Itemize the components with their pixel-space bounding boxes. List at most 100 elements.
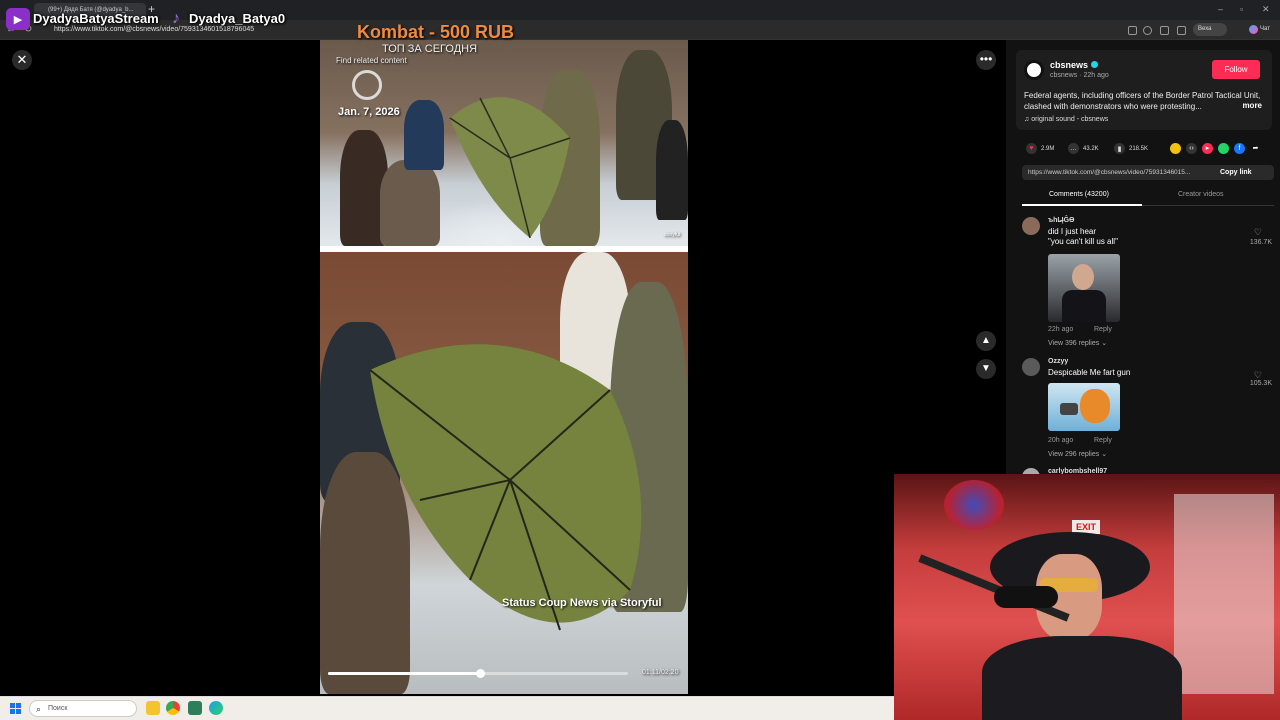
sound-link[interactable]: ♫ original sound - cbsnews <box>1024 116 1108 123</box>
comment-time: 20h ago <box>1048 437 1074 444</box>
close-icon: ✕ <box>16 52 28 67</box>
bookmark-stat[interactable]: ▮ 218.5K <box>1114 143 1148 154</box>
taskbar: ⌕ Поиск <box>0 696 894 720</box>
search-icon: ⌕ <box>36 704 42 714</box>
facebook-icon[interactable]: f <box>1234 143 1245 154</box>
comment-like-count: 105.3K <box>1249 380 1272 387</box>
like-stat[interactable]: ♥ 2.9M <box>1026 143 1054 154</box>
windows-start-icon[interactable] <box>10 703 21 714</box>
person-figure <box>380 160 440 246</box>
description-more-link[interactable]: more <box>1242 101 1262 110</box>
maximize-icon[interactable]: ▫ <box>1240 4 1243 14</box>
view-replies-button[interactable]: View 296 replies ⌄ <box>1048 450 1107 458</box>
whatsapp-icon[interactable] <box>1218 143 1229 154</box>
app-icon[interactable] <box>188 701 202 715</box>
embed-icon[interactable]: ‹› <box>1186 143 1197 154</box>
heart-icon: ♥ <box>1026 143 1037 154</box>
view-replies-button[interactable]: View 396 replies ⌄ <box>1048 339 1107 347</box>
video-time: 01:11/02:20 <box>642 669 679 676</box>
stream-logo-icon: ▶ <box>6 8 30 30</box>
shelf <box>1174 494 1274 694</box>
share-gold-icon[interactable] <box>1170 143 1181 154</box>
commenter-avatar[interactable] <box>1022 358 1040 376</box>
top-today-overlay: ТОП ЗА СЕГОДНЯ <box>382 43 478 55</box>
comment-like-count: 136.7K <box>1249 239 1272 246</box>
window-close-icon[interactable]: ✕ <box>1262 4 1270 14</box>
video-description: Federal agents, including officers of th… <box>1024 91 1261 111</box>
tab-comments[interactable]: Comments (43200) <box>1049 191 1109 198</box>
kombat-overlay: Kombat - 500 RUB <box>357 22 515 42</box>
follow-button[interactable]: Follow <box>1212 60 1260 79</box>
bookmark-icon: ▮ <box>1114 143 1125 154</box>
comment-item: ъһL̶ĮĜӨ did I just hear "you can't kill … <box>1022 217 1274 349</box>
comment-item: Ozzyy Despicable Me fart gun ♡ 105.3K 20… <box>1022 358 1274 468</box>
tab-creator-videos[interactable]: Creator videos <box>1178 191 1224 198</box>
commenter-name[interactable]: Ozzyy <box>1048 358 1068 365</box>
screen: (99+) Дядя Батя (@dyadya_b... + – ▫ ✕ ← … <box>0 0 1280 720</box>
video-caption: Status Coup News via Storyful <box>502 597 662 609</box>
comment-image[interactable] <box>1048 254 1120 322</box>
umbrella-graphic-large <box>369 344 642 631</box>
chrome-icon[interactable] <box>166 701 180 715</box>
more-options-button[interactable]: ••• <box>976 50 996 70</box>
url-field[interactable]: https://www.tiktok.com/@cbsnews/video/75… <box>54 26 254 33</box>
chevron-up-icon: ▲ <box>981 335 991 346</box>
comment-text: Despicable Me fart gun <box>1048 368 1131 377</box>
next-video-button[interactable]: ▼ <box>976 359 996 379</box>
vehicle <box>656 120 688 220</box>
share-arrow-icon[interactable]: ➦ <box>1250 143 1261 154</box>
person-figure <box>404 100 444 170</box>
comment-icon: … <box>1068 143 1079 154</box>
video-date: Jan. 7, 2026 <box>338 106 400 118</box>
copilot-button[interactable]: Чат <box>1248 23 1276 36</box>
active-tab-indicator <box>1022 204 1142 206</box>
video-player[interactable]: Find related content Jan. 7, 2026 storyf… <box>320 40 688 694</box>
file-explorer-icon[interactable] <box>146 701 160 715</box>
video-link-text: https://www.tiktok.com/@cbsnews/video/75… <box>1028 169 1191 176</box>
comment-like-icon[interactable]: ♡ <box>1254 227 1262 238</box>
storyful-watermark: storyful <box>664 232 681 238</box>
previous-video-button[interactable]: ▲ <box>976 331 996 351</box>
extensions-icon[interactable] <box>1160 26 1169 35</box>
verified-icon <box>1091 61 1099 68</box>
comment-stat[interactable]: … 43.2K <box>1068 143 1099 154</box>
tiktok-logo-icon: ♪ <box>172 10 180 27</box>
taskbar-search[interactable]: ⌕ Поиск <box>29 700 137 717</box>
copy-link-box: https://www.tiktok.com/@cbsnews/video/75… <box>1022 165 1274 180</box>
stream-name-2: Dyadya_Batya0 <box>189 11 286 26</box>
video-progress-bar[interactable] <box>328 669 628 678</box>
channel-subtitle: cbsnews · 22h ago <box>1050 72 1109 79</box>
microphone <box>994 586 1058 608</box>
channel-name[interactable]: cbsnews <box>1050 60 1099 70</box>
reply-button[interactable]: Reply <box>1094 437 1112 444</box>
star-icon[interactable] <box>1143 26 1152 35</box>
decoration-wreath <box>944 480 1004 530</box>
umbrella-graphic <box>449 97 571 238</box>
favorites-icon[interactable] <box>1177 26 1186 35</box>
commenter-name[interactable]: ъһL̶ĮĜӨ <box>1048 217 1075 224</box>
chevron-down-icon: ▼ <box>981 363 991 374</box>
video-scene-top: Find related content Jan. 7, 2026 storyf… <box>320 40 688 246</box>
webcam-overlay: EXIT <box>894 474 1280 720</box>
video-progress-fill <box>328 672 481 675</box>
copilot-label: Чат <box>1260 26 1270 32</box>
comment-image[interactable] <box>1048 383 1120 431</box>
cbs-eye-logo <box>352 70 382 100</box>
copy-link-button[interactable]: Copy link <box>1220 169 1252 176</box>
apps-icon[interactable] <box>1128 26 1137 35</box>
minimize-icon[interactable]: – <box>1218 4 1223 14</box>
share-friends-icon[interactable]: ▸ <box>1202 143 1213 154</box>
search-placeholder: Поиск <box>48 705 68 712</box>
edge-icon[interactable] <box>209 701 223 715</box>
channel-avatar[interactable] <box>1024 60 1044 80</box>
reply-button[interactable]: Reply <box>1094 326 1112 333</box>
video-info-card: cbsnews cbsnews · 22h ago Follow Federal… <box>1016 50 1272 130</box>
more-icon: ••• <box>979 52 993 66</box>
profile-label: Веха <box>1198 26 1212 32</box>
close-player-button[interactable]: ✕ <box>12 50 32 70</box>
find-related-label[interactable]: Find related content <box>336 56 407 65</box>
commenter-avatar[interactable] <box>1022 217 1040 235</box>
panel-tabs: Comments (43200) Creator videos <box>1022 188 1274 206</box>
stream-name-1: DyadyaBatyaStream <box>33 11 159 26</box>
profile-button[interactable]: Веха <box>1193 23 1227 36</box>
